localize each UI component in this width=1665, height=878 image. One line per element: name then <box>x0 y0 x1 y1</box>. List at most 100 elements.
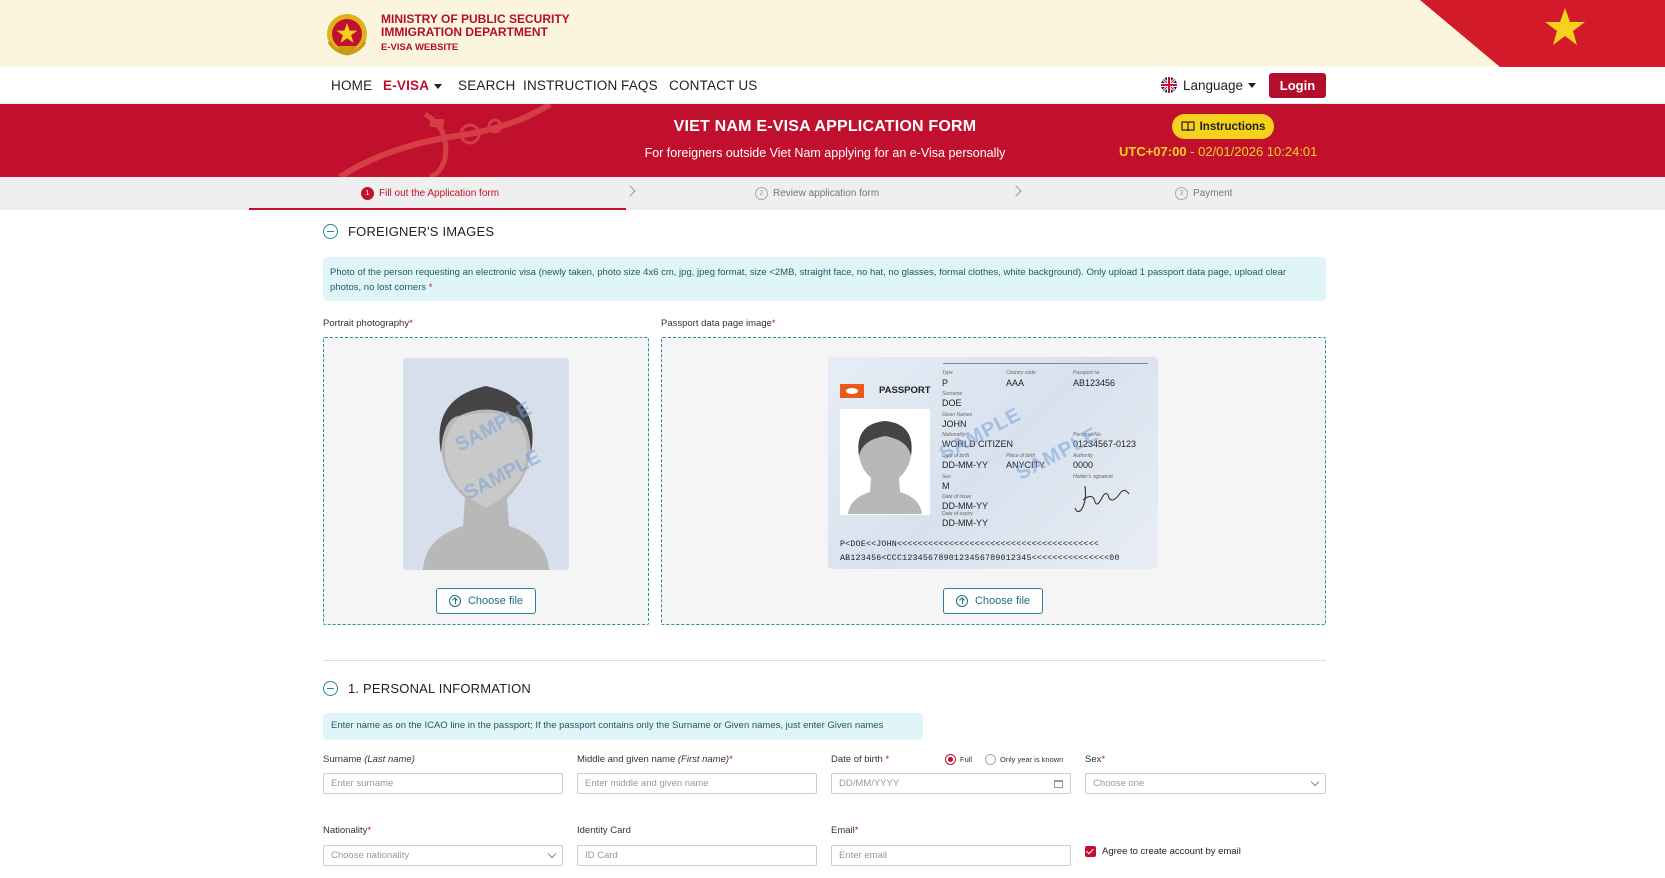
agree-create-account-checkbox[interactable]: Agree to create account by email <box>1085 846 1241 857</box>
form-title: VIET NAM E-VISA APPLICATION FORM <box>673 118 977 135</box>
pp-issue-label: Date of issue <box>942 494 972 500</box>
pp-mrz-line-1: P<DOE<<JOHN<<<<<<<<<<<<<<<<<<<<<<<<<<<<<… <box>840 540 1099 549</box>
pp-sex-label: Sex <box>942 474 951 480</box>
identity-card-label: Identity Card <box>577 825 631 836</box>
pp-signature-label: Holder's signature <box>1073 474 1114 480</box>
section-divider <box>323 660 1326 661</box>
dob-placeholder: DD/MM/YYYY <box>839 778 900 789</box>
pp-expiry-label: Date of expiry <box>942 511 973 517</box>
pp-given: JOHN <box>942 419 967 429</box>
upload-icon <box>955 595 968 607</box>
radio-icon <box>945 754 956 765</box>
instructions-button[interactable]: Instructions <box>1172 114 1274 139</box>
nav-evisa[interactable]: E-VISA <box>383 78 443 93</box>
pp-number: AB123456 <box>1073 378 1116 388</box>
given-label-text: Middle and given name <box>577 754 678 765</box>
email-label-text: Email <box>831 825 855 836</box>
portrait-sample-image: SAMPLE SAMPLE <box>403 358 569 570</box>
nationality-select[interactable]: Choose nationality <box>323 845 563 866</box>
pp-mrz-line-2: AB123456<CCC1234567890123456789012345<<<… <box>840 554 1120 563</box>
collapse-icon[interactable] <box>323 681 338 696</box>
form-header-banner: VIET NAM E-VISA APPLICATION FORM For for… <box>0 104 1665 177</box>
email-placeholder: Enter email <box>839 850 888 861</box>
sex-label: Sex* <box>1085 754 1105 765</box>
calendar-icon[interactable] <box>1054 779 1063 788</box>
nav-search-label: SEARCH <box>458 78 516 93</box>
chevron-right-icon <box>1010 185 1022 197</box>
step-fill-form: 1 Fill out the Application form <box>361 187 499 200</box>
collapse-icon[interactable] <box>323 224 338 239</box>
portrait-choose-file-button[interactable]: Choose file <box>436 588 536 614</box>
passport-label: Passport data page image* <box>661 318 776 329</box>
passport-label-text: Passport data page image <box>661 318 772 329</box>
nav-home[interactable]: HOME <box>331 78 372 93</box>
surname-label: Surname (Last name) <box>323 754 415 765</box>
radio-icon <box>985 754 996 765</box>
given-name-label: Middle and given name (First name)* <box>577 754 733 765</box>
passport-choose-file-button[interactable]: Choose file <box>943 588 1043 614</box>
form-subtitle: For foreigners outside Viet Nam applying… <box>644 146 1006 160</box>
nationality-label: Nationality* <box>323 825 371 836</box>
nav-home-label: HOME <box>331 78 373 93</box>
language-label: Language <box>1183 77 1244 93</box>
required-asterisk: * <box>1101 754 1106 765</box>
step-label: Review application form <box>773 188 880 199</box>
identity-card-input[interactable]: ID Card <box>577 845 817 866</box>
login-button[interactable]: Login <box>1269 73 1326 98</box>
passport-photo-silhouette <box>848 421 922 514</box>
pp-country: AAA <box>1006 378 1025 388</box>
required-asterisk: * <box>367 825 372 836</box>
signature-image <box>1074 485 1130 513</box>
nav-evisa-label: E-VISA <box>383 78 430 93</box>
sex-select[interactable]: Choose one <box>1085 773 1326 794</box>
passport-emblem-icon <box>840 384 864 398</box>
surname-placeholder: Enter surname <box>331 778 394 789</box>
surname-input[interactable]: Enter surname <box>323 773 563 794</box>
progress-stepper: 1 Fill out the Application form 2 Review… <box>0 177 1665 210</box>
step-label: Fill out the Application form <box>379 188 500 199</box>
upload-icon <box>448 595 461 607</box>
choose-file-label: Choose file <box>467 595 524 607</box>
passport-sample-image: PASSPORT Type P Country code AAA Passpor… <box>828 357 1158 569</box>
pp-issue: DD-MM-YY <box>942 501 988 511</box>
dob-input[interactable]: DD/MM/YYYY <box>831 773 1071 794</box>
given-label-hint: (First name) <box>677 754 730 765</box>
portrait-label: Portrait photography* <box>323 318 413 329</box>
nationality-label-text: Nationality <box>323 825 368 836</box>
given-name-input[interactable]: Enter middle and given name <box>577 773 817 794</box>
step-payment: 3 Payment <box>1175 187 1232 200</box>
dob-full-radio[interactable]: Full <box>945 754 972 765</box>
given-name-placeholder: Enter middle and given name <box>585 778 709 789</box>
images-section-header[interactable]: FOREIGNER'S IMAGES <box>323 224 494 239</box>
surname-label-hint: (Last name) <box>364 754 415 765</box>
chevron-down-icon <box>1310 777 1320 787</box>
nav-instruction-label: INSTRUCTION <box>523 78 618 93</box>
ministry-emblem-icon <box>327 14 367 56</box>
language-selector[interactable]: Language <box>1161 77 1257 93</box>
main-nav: HOME E-VISA SEARCH INSTRUCTION FAQS CONT… <box>0 67 1665 104</box>
nav-instruction[interactable]: INSTRUCTION <box>523 78 617 93</box>
choose-file-label: Choose file <box>974 595 1031 607</box>
step-review: 2 Review application form <box>755 187 879 200</box>
nationality-placeholder: Choose nationality <box>331 850 410 861</box>
identity-card-placeholder: ID Card <box>585 850 618 861</box>
bronze-drum-decoration <box>338 104 552 177</box>
chevron-down-icon <box>547 849 557 859</box>
images-note-text: Photo of the person requesting an electr… <box>330 267 1287 293</box>
uk-flag-icon <box>1161 77 1177 93</box>
nav-faqs[interactable]: FAQS <box>621 78 658 93</box>
pp-authority: 0000 <box>1073 460 1094 470</box>
step-number: 3 <box>1175 187 1188 200</box>
required-asterisk: * <box>426 282 433 293</box>
dob-year-only-radio[interactable]: Only year is known <box>985 754 1063 765</box>
pp-type: P <box>942 378 949 388</box>
pp-country-label: Country code <box>1006 370 1036 376</box>
required-asterisk: * <box>771 318 776 329</box>
passport-top-rule <box>943 363 1148 364</box>
personal-section-header[interactable]: 1. PERSONAL INFORMATION <box>323 681 531 696</box>
required-asterisk: * <box>885 754 890 765</box>
nav-search[interactable]: SEARCH <box>458 78 515 93</box>
nav-contact-us[interactable]: CONTACT US <box>669 78 758 93</box>
email-input[interactable]: Enter email <box>831 845 1071 866</box>
ministry-line-3: E-VISA WEBSITE <box>381 42 459 53</box>
